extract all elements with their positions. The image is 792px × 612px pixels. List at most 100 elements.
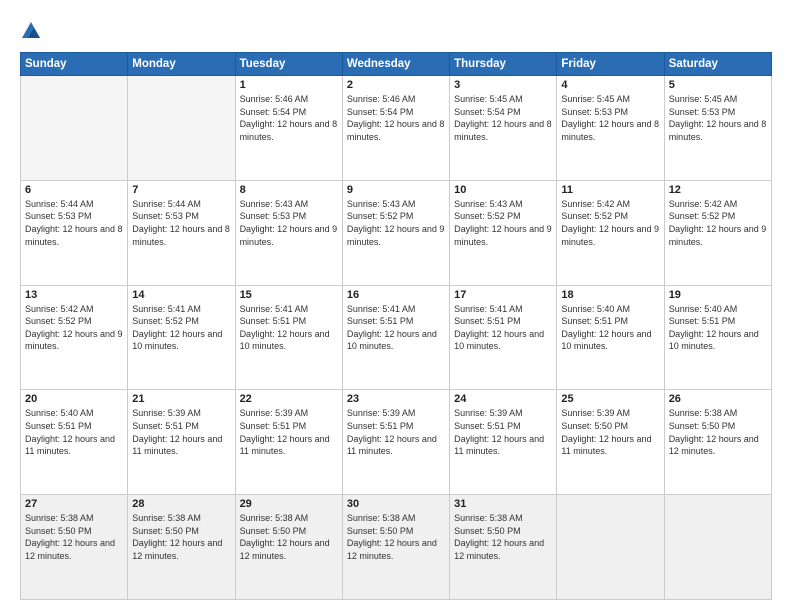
day-number: 31 [454,498,552,510]
calendar-cell: 16 Sunrise: 5:41 AM Sunset: 5:51 PM Dayli… [342,285,449,390]
calendar-cell: 31 Sunrise: 5:38 AM Sunset: 5:50 PM Dayli… [450,495,557,600]
day-number: 13 [25,289,123,301]
weekday-header: Sunday [21,53,128,76]
calendar-week-row: 13 Sunrise: 5:42 AM Sunset: 5:52 PM Dayli… [21,285,772,390]
day-info: Sunrise: 5:38 AM Sunset: 5:50 PM Dayligh… [669,407,767,457]
day-number: 22 [240,393,338,405]
calendar-table: SundayMondayTuesdayWednesdayThursdayFrid… [20,52,772,600]
calendar-cell: 17 Sunrise: 5:41 AM Sunset: 5:51 PM Dayli… [450,285,557,390]
day-number: 16 [347,289,445,301]
day-info: Sunrise: 5:44 AM Sunset: 5:53 PM Dayligh… [25,198,123,248]
weekday-header: Wednesday [342,53,449,76]
calendar-week-row: 20Sunrise: 5:40 AM Sunset: 5:51 PM Dayli… [21,390,772,495]
day-info: Sunrise: 5:41 AM Sunset: 5:51 PM Dayligh… [347,303,445,353]
calendar-week-row: 6 Sunrise: 5:44 AM Sunset: 5:53 PM Daylig… [21,180,772,285]
weekday-header: Monday [128,53,235,76]
logo [20,20,46,42]
day-info: Sunrise: 5:42 AM Sunset: 5:52 PM Dayligh… [561,198,659,248]
day-number: 19 [669,289,767,301]
calendar-cell: 28 Sunrise: 5:38 AM Sunset: 5:50 PM Dayli… [128,495,235,600]
weekday-header-row: SundayMondayTuesdayWednesdayThursdayFrid… [21,53,772,76]
day-number: 2 [347,79,445,91]
calendar-cell: 12Sunrise: 5:42 AM Sunset: 5:52 PM Dayli… [664,180,771,285]
calendar-cell: 4 Sunrise: 5:45 AM Sunset: 5:53 PM Daylig… [557,76,664,181]
calendar-cell: 11 Sunrise: 5:42 AM Sunset: 5:52 PM Dayli… [557,180,664,285]
day-info: Sunrise: 5:45 AM Sunset: 5:54 PM Dayligh… [454,93,552,143]
calendar-cell: 20Sunrise: 5:40 AM Sunset: 5:51 PM Dayli… [21,390,128,495]
calendar-cell [128,76,235,181]
day-number: 17 [454,289,552,301]
day-info: Sunrise: 5:42 AM Sunset: 5:52 PM Dayligh… [669,198,767,248]
day-info: Sunrise: 5:38 AM Sunset: 5:50 PM Dayligh… [454,512,552,562]
day-info: Sunrise: 5:39 AM Sunset: 5:50 PM Dayligh… [561,407,659,457]
calendar-cell: 2 Sunrise: 5:46 AM Sunset: 5:54 PM Daylig… [342,76,449,181]
logo-icon [20,20,42,42]
weekday-header: Thursday [450,53,557,76]
day-number: 11 [561,184,659,196]
day-info: Sunrise: 5:46 AM Sunset: 5:54 PM Dayligh… [347,93,445,143]
day-info: Sunrise: 5:46 AM Sunset: 5:54 PM Dayligh… [240,93,338,143]
day-info: Sunrise: 5:40 AM Sunset: 5:51 PM Dayligh… [669,303,767,353]
day-number: 7 [132,184,230,196]
calendar-cell: 19 Sunrise: 5:40 AM Sunset: 5:51 PM Dayli… [664,285,771,390]
calendar-cell: 3 Sunrise: 5:45 AM Sunset: 5:54 PM Daylig… [450,76,557,181]
calendar-cell: 15 Sunrise: 5:41 AM Sunset: 5:51 PM Dayli… [235,285,342,390]
day-number: 14 [132,289,230,301]
day-number: 27 [25,498,123,510]
page: SundayMondayTuesdayWednesdayThursdayFrid… [0,0,792,612]
calendar-cell: 27 Sunrise: 5:38 AM Sunset: 5:50 PM Dayli… [21,495,128,600]
day-info: Sunrise: 5:40 AM Sunset: 5:51 PM Dayligh… [561,303,659,353]
day-info: Sunrise: 5:45 AM Sunset: 5:53 PM Dayligh… [561,93,659,143]
calendar-cell: 30Sunrise: 5:38 AM Sunset: 5:50 PM Dayli… [342,495,449,600]
calendar-week-row: 27 Sunrise: 5:38 AM Sunset: 5:50 PM Dayli… [21,495,772,600]
day-number: 3 [454,79,552,91]
day-info: Sunrise: 5:41 AM Sunset: 5:51 PM Dayligh… [454,303,552,353]
day-info: Sunrise: 5:41 AM Sunset: 5:51 PM Dayligh… [240,303,338,353]
calendar-cell [664,495,771,600]
day-number: 5 [669,79,767,91]
day-number: 10 [454,184,552,196]
calendar-cell: 21Sunrise: 5:39 AM Sunset: 5:51 PM Dayli… [128,390,235,495]
weekday-header: Tuesday [235,53,342,76]
calendar-cell: 24 Sunrise: 5:39 AM Sunset: 5:51 PM Dayli… [450,390,557,495]
day-number: 18 [561,289,659,301]
calendar-cell: 25 Sunrise: 5:39 AM Sunset: 5:50 PM Dayli… [557,390,664,495]
day-number: 9 [347,184,445,196]
calendar-cell: 26 Sunrise: 5:38 AM Sunset: 5:50 PM Dayli… [664,390,771,495]
calendar-cell: 5Sunrise: 5:45 AM Sunset: 5:53 PM Daylig… [664,76,771,181]
calendar-cell [21,76,128,181]
day-number: 6 [25,184,123,196]
day-info: Sunrise: 5:43 AM Sunset: 5:52 PM Dayligh… [454,198,552,248]
day-info: Sunrise: 5:44 AM Sunset: 5:53 PM Dayligh… [132,198,230,248]
calendar-cell: 29Sunrise: 5:38 AM Sunset: 5:50 PM Dayli… [235,495,342,600]
day-info: Sunrise: 5:39 AM Sunset: 5:51 PM Dayligh… [347,407,445,457]
day-number: 15 [240,289,338,301]
weekday-header: Saturday [664,53,771,76]
day-info: Sunrise: 5:42 AM Sunset: 5:52 PM Dayligh… [25,303,123,353]
day-info: Sunrise: 5:38 AM Sunset: 5:50 PM Dayligh… [132,512,230,562]
calendar-cell: 23Sunrise: 5:39 AM Sunset: 5:51 PM Dayli… [342,390,449,495]
day-number: 1 [240,79,338,91]
calendar-cell: 1 Sunrise: 5:46 AM Sunset: 5:54 PM Daylig… [235,76,342,181]
top-section [20,16,772,42]
day-number: 21 [132,393,230,405]
day-info: Sunrise: 5:41 AM Sunset: 5:52 PM Dayligh… [132,303,230,353]
calendar-cell: 14 Sunrise: 5:41 AM Sunset: 5:52 PM Dayli… [128,285,235,390]
calendar-week-row: 1 Sunrise: 5:46 AM Sunset: 5:54 PM Daylig… [21,76,772,181]
calendar-cell: 13 Sunrise: 5:42 AM Sunset: 5:52 PM Dayli… [21,285,128,390]
day-number: 28 [132,498,230,510]
day-number: 24 [454,393,552,405]
calendar-cell: 7 Sunrise: 5:44 AM Sunset: 5:53 PM Daylig… [128,180,235,285]
day-info: Sunrise: 5:40 AM Sunset: 5:51 PM Dayligh… [25,407,123,457]
day-number: 26 [669,393,767,405]
day-info: Sunrise: 5:39 AM Sunset: 5:51 PM Dayligh… [454,407,552,457]
day-info: Sunrise: 5:38 AM Sunset: 5:50 PM Dayligh… [347,512,445,562]
day-info: Sunrise: 5:38 AM Sunset: 5:50 PM Dayligh… [240,512,338,562]
calendar-cell: 8Sunrise: 5:43 AM Sunset: 5:53 PM Daylig… [235,180,342,285]
day-info: Sunrise: 5:38 AM Sunset: 5:50 PM Dayligh… [25,512,123,562]
day-number: 4 [561,79,659,91]
day-number: 8 [240,184,338,196]
day-info: Sunrise: 5:43 AM Sunset: 5:52 PM Dayligh… [347,198,445,248]
calendar-cell: 6 Sunrise: 5:44 AM Sunset: 5:53 PM Daylig… [21,180,128,285]
day-number: 25 [561,393,659,405]
